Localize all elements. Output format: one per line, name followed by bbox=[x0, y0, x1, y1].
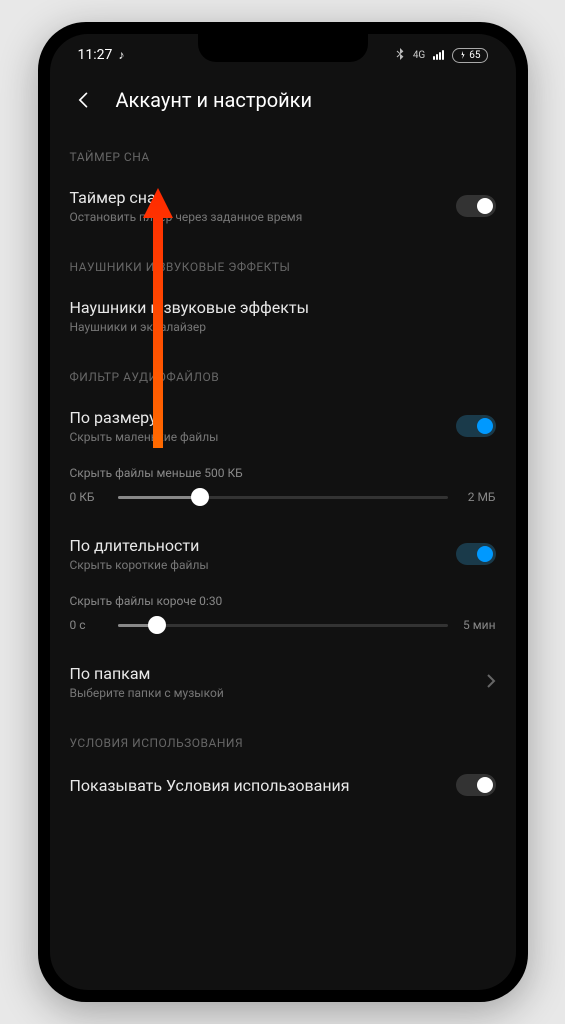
music-icon: ♪ bbox=[118, 48, 124, 62]
setting-subtitle: Наушники и эквалайзер bbox=[70, 320, 496, 334]
section-header-sleep-timer: ТАЙМЕР СНА bbox=[70, 128, 496, 174]
setting-title: По длительности bbox=[70, 536, 456, 555]
section-header-filter: ФИЛЬТР АУДИОФАЙЛОВ bbox=[70, 348, 496, 394]
section-header-headphones: НАУШНИКИ И ЗВУКОВЫЕ ЭФФЕКТЫ bbox=[70, 238, 496, 284]
setting-title: По размеру bbox=[70, 408, 456, 427]
phone-screen: 11:27 ♪ 4G 65 Аккаунт и настройки bbox=[50, 34, 516, 990]
bluetooth-icon bbox=[395, 48, 405, 63]
chevron-left-icon bbox=[74, 90, 94, 110]
setting-title: Наушники и звуковые эффекты bbox=[70, 298, 496, 317]
setting-subtitle: Скрыть маленькие файлы bbox=[70, 430, 456, 444]
setting-by-folder[interactable]: По папкам Выберите папки с музыкой bbox=[70, 650, 496, 714]
setting-subtitle: Выберите папки с музыкой bbox=[70, 686, 486, 700]
slider-max: 5 мин bbox=[460, 618, 496, 632]
slider-by-duration: Скрыть файлы короче 0:30 0 с 5 мин bbox=[70, 586, 496, 650]
toggle-by-size[interactable] bbox=[456, 415, 496, 437]
signal-icon bbox=[433, 50, 444, 60]
slider-thumb[interactable] bbox=[191, 488, 209, 506]
setting-terms[interactable]: Показывать Условия использования bbox=[70, 760, 496, 800]
phone-notch bbox=[198, 34, 368, 62]
slider-min: 0 с bbox=[70, 618, 106, 632]
setting-title: Показывать Условия использования bbox=[70, 776, 456, 795]
back-button[interactable] bbox=[70, 86, 98, 114]
page-header: Аккаунт и настройки bbox=[50, 72, 516, 128]
setting-by-duration[interactable]: По длительности Скрыть короткие файлы bbox=[70, 522, 496, 586]
phone-frame: 11:27 ♪ 4G 65 Аккаунт и настройки bbox=[38, 22, 528, 1002]
network-label: 4G bbox=[413, 50, 425, 61]
chevron-right-icon bbox=[486, 672, 496, 693]
battery-indicator: 65 bbox=[452, 48, 487, 63]
setting-title: Таймер сна bbox=[70, 188, 456, 207]
setting-subtitle: Скрыть короткие файлы bbox=[70, 558, 456, 572]
setting-title: По папкам bbox=[70, 664, 486, 683]
slider-track-duration[interactable] bbox=[118, 624, 448, 627]
slider-max: 2 МБ bbox=[460, 490, 496, 504]
setting-headphones[interactable]: Наушники и звуковые эффекты Наушники и э… bbox=[70, 284, 496, 348]
setting-by-size[interactable]: По размеру Скрыть маленькие файлы bbox=[70, 394, 496, 458]
page-title: Аккаунт и настройки bbox=[116, 88, 313, 112]
slider-label: Скрыть файлы меньше 500 КБ bbox=[70, 466, 496, 480]
setting-sleep-timer[interactable]: Таймер сна Остановить плеер через заданн… bbox=[70, 174, 496, 238]
toggle-sleep-timer[interactable] bbox=[456, 195, 496, 217]
settings-content: ТАЙМЕР СНА Таймер сна Остановить плеер ч… bbox=[50, 128, 516, 800]
slider-track-size[interactable] bbox=[118, 496, 448, 499]
toggle-terms[interactable] bbox=[456, 774, 496, 796]
setting-subtitle: Остановить плеер через заданное время bbox=[70, 210, 456, 224]
slider-min: 0 КБ bbox=[70, 490, 106, 504]
slider-by-size: Скрыть файлы меньше 500 КБ 0 КБ 2 МБ bbox=[70, 458, 496, 522]
toggle-by-duration[interactable] bbox=[456, 543, 496, 565]
slider-label: Скрыть файлы короче 0:30 bbox=[70, 594, 496, 608]
status-time: 11:27 bbox=[78, 47, 113, 63]
section-header-terms: УСЛОВИЯ ИСПОЛЬЗОВАНИЯ bbox=[70, 714, 496, 760]
slider-thumb[interactable] bbox=[148, 616, 166, 634]
